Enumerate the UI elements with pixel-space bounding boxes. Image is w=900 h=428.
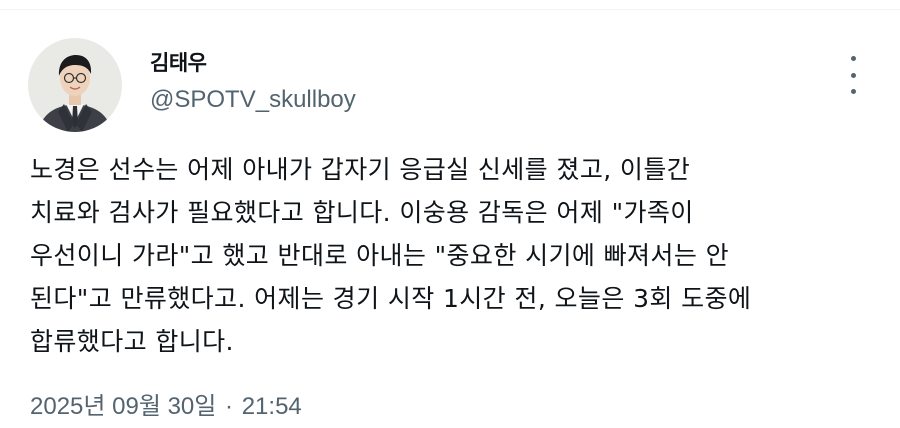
top-divider [0, 9, 900, 10]
tweet-date[interactable]: 2025년 09월 30일 [30, 393, 216, 420]
tweet-line: 치료와 검사가 필요했다고 합니다. 이숭용 감독은 어제 "가족이 [30, 198, 694, 227]
avatar[interactable] [28, 38, 122, 132]
tweet-time[interactable]: 21:54 [242, 393, 302, 420]
tweet-text: 노경은 선수는 어제 아내가 갑자기 응급실 신세를 졌고, 이틀간 치료와 검… [30, 148, 890, 363]
tweet-line: 우선이니 가라"고 했고 반대로 아내는 "중요한 시기에 빠져서는 안 [30, 241, 729, 270]
tweet-line: 합류했다고 합니다. [30, 327, 234, 356]
author-info[interactable]: 김태우 @SPOTV_skullboy [150, 47, 356, 115]
author-handle[interactable]: @SPOTV_skullboy [150, 85, 356, 115]
more-vertical-icon[interactable] [842, 56, 864, 94]
author-display-name[interactable]: 김태우 [150, 47, 356, 79]
meta-separator: · [225, 393, 234, 420]
tweet-line: 노경은 선수는 어제 아내가 갑자기 응급실 신세를 졌고, 이틀간 [30, 155, 691, 184]
avatar-image [28, 38, 122, 132]
tweet-line: 된다"고 만류했다고. 어제는 경기 시작 1시간 전, 오늘은 3회 도중에 [30, 284, 752, 313]
tweet-timestamp[interactable]: 2025년 09월 30일 · 21:54 [30, 386, 302, 421]
